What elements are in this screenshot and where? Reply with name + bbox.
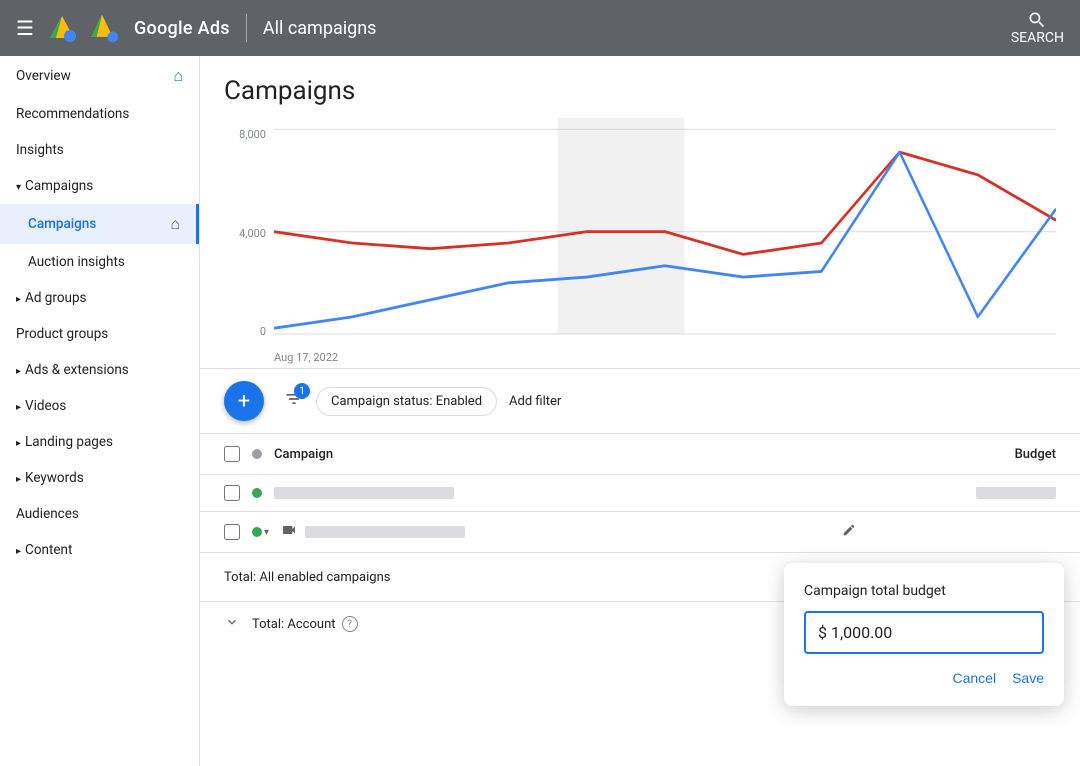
- sidebar: Overview ⌂ Recommendations Insights Camp…: [0, 56, 200, 766]
- redacted-name: [305, 526, 465, 538]
- expand-icon[interactable]: [224, 614, 240, 634]
- column-header-budget: Budget: [856, 447, 1056, 462]
- sidebar-item-label: Campaigns: [25, 178, 93, 194]
- chart-y-label-4000: 4,000: [239, 227, 266, 240]
- campaign-name-cell: [305, 526, 834, 538]
- video-icon: [281, 522, 297, 542]
- chart-area: 8,000 4,000 0: [200, 118, 1080, 369]
- sidebar-item-label: Audiences: [16, 506, 79, 522]
- sidebar-item-label: Recommendations: [16, 106, 129, 122]
- edit-icon[interactable]: [842, 523, 856, 541]
- chart-y-label-8000: 8,000: [239, 128, 266, 141]
- home-icon: ⌂: [173, 66, 183, 86]
- sidebar-item-campaigns[interactable]: Campaigns ⌂: [0, 204, 199, 244]
- filter-badge: 1: [294, 383, 310, 399]
- sidebar-item-auction-insights[interactable]: Auction insights: [0, 244, 199, 280]
- budget-popup-title: Campaign total budget: [804, 583, 1044, 599]
- sidebar-item-label: Auction insights: [28, 254, 125, 270]
- chart-y-label-0: 0: [260, 325, 266, 338]
- cancel-button[interactable]: Cancel: [952, 670, 996, 686]
- brand-name: Google Ads: [134, 18, 230, 39]
- row-checkbox[interactable]: [224, 485, 240, 501]
- table-row[interactable]: ▾: [200, 512, 1080, 553]
- chevron-icon: [16, 178, 25, 194]
- status-dot-green: [252, 488, 262, 498]
- save-button[interactable]: Save: [1012, 670, 1044, 686]
- sidebar-item-label: Ad groups: [25, 290, 86, 306]
- chevron-icon: [16, 470, 25, 486]
- sidebar-item-label: Campaigns: [28, 216, 96, 232]
- table-header-row: Campaign Budget: [200, 434, 1080, 475]
- sidebar-item-keywords[interactable]: Keywords: [0, 460, 199, 496]
- redacted-name: [274, 487, 454, 499]
- status-dot-green: [252, 527, 262, 537]
- filter-icon-wrapper[interactable]: 1: [284, 389, 304, 413]
- table-row[interactable]: [200, 475, 1080, 512]
- search-icon: [1027, 10, 1047, 30]
- column-header-campaign: Campaign: [274, 447, 856, 462]
- home-icon: ⌂: [170, 214, 180, 234]
- chevron-icon: [16, 362, 25, 378]
- redacted-budget: [976, 487, 1056, 499]
- logo: [46, 12, 118, 44]
- campaign-status-label: Campaign status: Enabled: [331, 394, 482, 409]
- menu-icon[interactable]: ☰: [16, 16, 34, 40]
- add-icon: +: [238, 389, 250, 414]
- google-ads-logo-icon: [86, 12, 118, 44]
- topbar-title: All campaigns: [263, 18, 377, 39]
- sidebar-item-label: Landing pages: [25, 434, 113, 450]
- add-button[interactable]: +: [224, 381, 264, 421]
- campaign-name-cell: [274, 487, 856, 499]
- sidebar-item-videos[interactable]: Videos: [0, 388, 199, 424]
- sidebar-item-recommendations[interactable]: Recommendations: [0, 96, 199, 132]
- campaign-status-chip[interactable]: Campaign status: Enabled: [316, 387, 497, 416]
- page-title: Campaigns: [224, 76, 1056, 106]
- chevron-icon: [16, 434, 25, 450]
- total-account-label: Total: Account: [252, 617, 336, 632]
- sidebar-item-campaigns-header[interactable]: Campaigns: [0, 168, 199, 204]
- google-ads-logo-icon: [46, 12, 78, 44]
- chevron-icon: [16, 398, 25, 414]
- chart-svg: [274, 118, 1056, 368]
- budget-popup: Campaign total budget $ 1,000.00 Cancel …: [784, 563, 1064, 706]
- sidebar-item-landing-pages[interactable]: Landing pages: [0, 424, 199, 460]
- sidebar-item-ads-extensions[interactable]: Ads & extensions: [0, 352, 199, 388]
- sidebar-item-label: Content: [25, 542, 72, 558]
- info-icon[interactable]: ?: [342, 616, 358, 632]
- add-filter-button[interactable]: Add filter: [509, 394, 561, 409]
- topbar: ☰ Google Ads All campaigns SEARCH: [0, 0, 1080, 56]
- budget-popup-actions: Cancel Save: [804, 670, 1044, 686]
- filter-bar: + 1 Campaign status: Enabled Add filter: [200, 369, 1080, 434]
- chevron-icon: [16, 290, 25, 306]
- sidebar-item-label: Videos: [25, 398, 66, 414]
- search-button[interactable]: SEARCH: [1011, 10, 1064, 46]
- topbar-divider: [246, 14, 247, 42]
- status-indicator: [252, 449, 262, 459]
- sidebar-item-content[interactable]: Content: [0, 532, 199, 568]
- budget-cell: [856, 487, 1056, 499]
- sidebar-item-label: Ads & extensions: [25, 362, 129, 378]
- budget-input[interactable]: $ 1,000.00: [804, 611, 1044, 654]
- chart-x-label: Aug 17, 2022: [274, 351, 338, 364]
- sidebar-item-label: Insights: [16, 142, 64, 158]
- chevron-icon: [16, 542, 25, 558]
- select-all-checkbox[interactable]: [224, 446, 240, 462]
- sidebar-item-overview[interactable]: Overview ⌂: [0, 56, 199, 96]
- sidebar-item-label: Keywords: [25, 470, 84, 486]
- dropdown-chevron[interactable]: ▾: [264, 527, 269, 538]
- row-checkbox[interactable]: [224, 524, 240, 540]
- sidebar-item-audiences[interactable]: Audiences: [0, 496, 199, 532]
- search-label: SEARCH: [1011, 30, 1064, 46]
- sidebar-item-ad-groups[interactable]: Ad groups: [0, 280, 199, 316]
- sidebar-item-label: Overview: [16, 68, 71, 84]
- page-header: Campaigns: [200, 56, 1080, 118]
- sidebar-item-insights[interactable]: Insights: [0, 132, 199, 168]
- sidebar-item-label: Product groups: [16, 326, 108, 342]
- sidebar-item-product-groups[interactable]: Product groups: [0, 316, 199, 352]
